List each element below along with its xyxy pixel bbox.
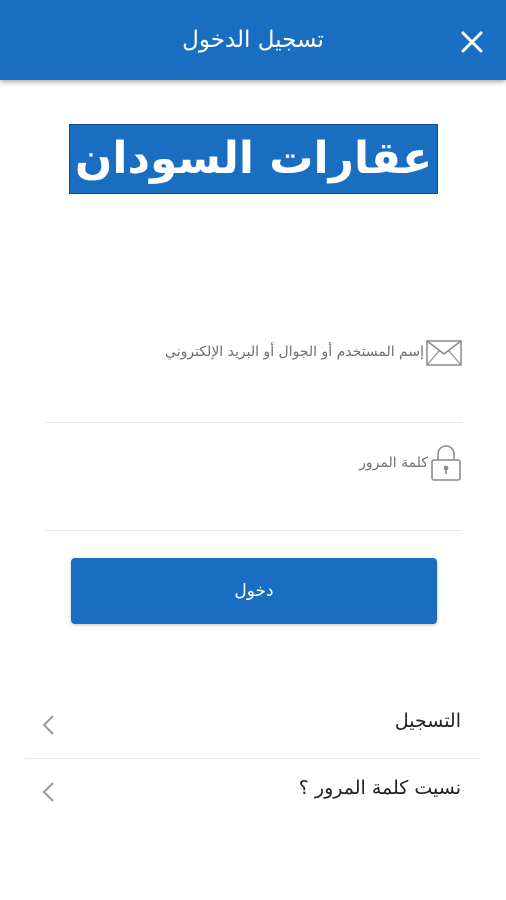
username-placeholder: إسم المستخدم أو الجوال أو البريد الإلكتر… (165, 344, 424, 360)
page-title: تسجيل الدخول (182, 27, 324, 53)
lock-icon (431, 445, 461, 481)
chevron-left-icon (42, 715, 54, 735)
password-field[interactable]: كلمة المرور (44, 430, 462, 531)
login-button[interactable]: دخول (71, 558, 437, 624)
forgot-password-link[interactable]: نسيت كلمة المرور ؟ (25, 759, 481, 825)
register-label: التسجيل (394, 710, 461, 732)
forgot-password-label: نسيت كلمة المرور ؟ (298, 777, 461, 799)
top-app-bar: تسجيل الدخول (0, 0, 506, 80)
close-icon (461, 31, 483, 53)
password-placeholder: كلمة المرور (359, 455, 428, 471)
brand-logo: عقارات السودان (69, 124, 438, 194)
close-button[interactable] (454, 24, 490, 60)
chevron-left-icon (42, 782, 54, 802)
username-field[interactable]: إسم المستخدم أو الجوال أو البريد الإلكتر… (44, 322, 462, 423)
register-link[interactable]: التسجيل (25, 692, 481, 759)
envelope-icon (426, 340, 462, 366)
